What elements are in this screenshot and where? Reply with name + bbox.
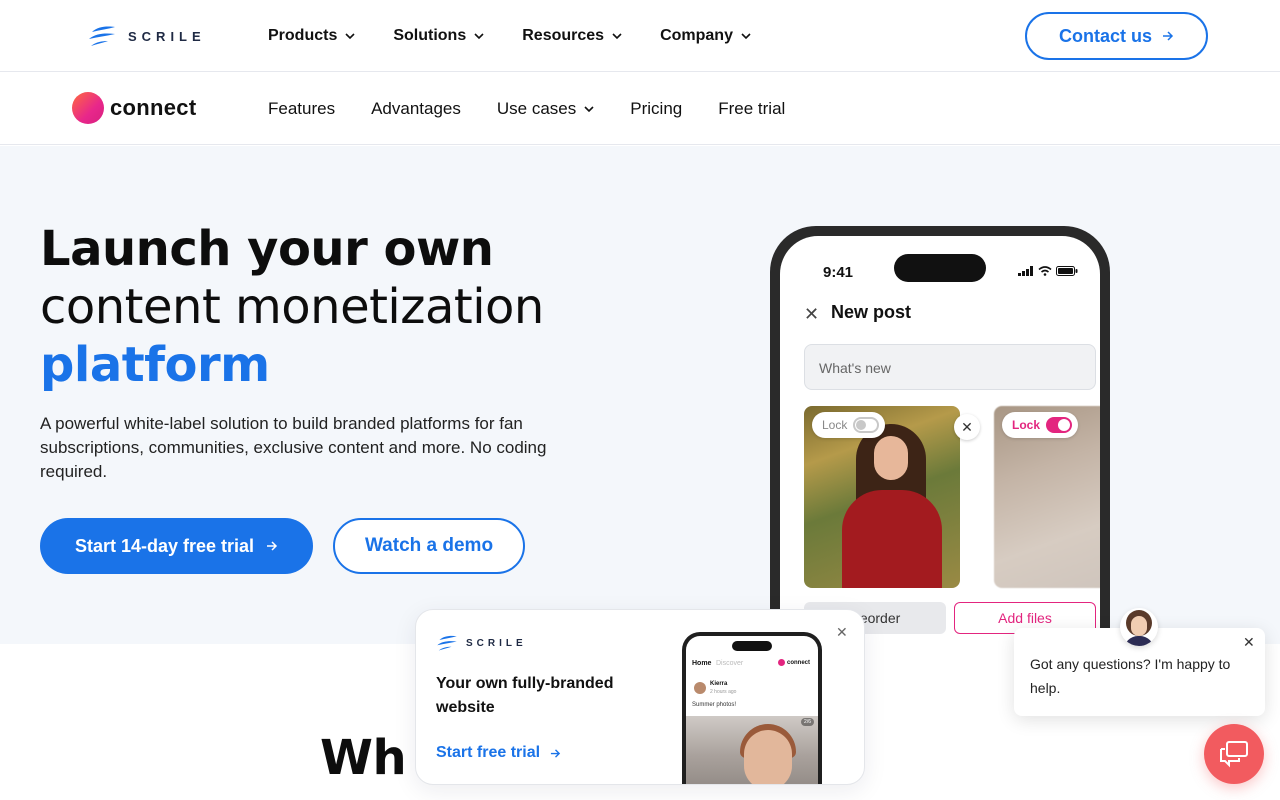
dynamic-island bbox=[894, 254, 986, 282]
submenu-pricing[interactable]: Pricing bbox=[630, 97, 682, 121]
menu-label: Company bbox=[660, 27, 733, 44]
contact-label: Contact us bbox=[1058, 25, 1152, 46]
submenu-label: Use cases bbox=[496, 99, 577, 118]
hero-description: A powerful white-label solution to build… bbox=[40, 414, 547, 481]
brand-wordmark: SCRILE bbox=[128, 28, 206, 44]
photo-face bbox=[744, 730, 792, 784]
toggle-switch-on bbox=[1046, 417, 1073, 433]
menu-resources[interactable]: Resources bbox=[522, 24, 622, 48]
menu-label: Resources bbox=[522, 27, 605, 44]
toggle-switch-off bbox=[853, 417, 880, 433]
chevron-down-icon bbox=[584, 106, 594, 113]
submenu-label: Advantages bbox=[371, 99, 461, 118]
wifi-icon bbox=[1038, 266, 1052, 276]
lock-label: Lock bbox=[1012, 418, 1041, 432]
popup-link-label: Start free trial bbox=[436, 744, 541, 761]
menu-company[interactable]: Company bbox=[660, 24, 751, 48]
submenu-use-cases[interactable]: Use cases bbox=[497, 97, 594, 121]
remove-photo-icon[interactable]: ✕ bbox=[954, 414, 980, 440]
phone-screen: 9:41 ✕ New post What's new Lock ✕ Lock R… bbox=[780, 236, 1100, 646]
hero-title: Launch your own content monetization pla… bbox=[40, 220, 544, 394]
new-post-title: New post bbox=[831, 302, 912, 322]
mini-post-text: Summer photos! bbox=[692, 702, 737, 708]
chevron-down-icon bbox=[345, 33, 355, 40]
mini-time: 2 hours ago bbox=[710, 689, 737, 695]
dynamic-island bbox=[732, 641, 772, 651]
chat-icon bbox=[1220, 741, 1248, 768]
lock-label: Lock bbox=[822, 418, 848, 432]
chevron-down-icon bbox=[741, 33, 751, 40]
submenu-label: Free trial bbox=[718, 99, 786, 118]
menu-products[interactable]: Products bbox=[268, 24, 355, 48]
avatar-face bbox=[1131, 616, 1147, 636]
scrile-logo-mark-icon bbox=[437, 635, 457, 651]
mini-author: Kierra bbox=[710, 681, 728, 687]
start-trial-label: Start 14-day free trial bbox=[74, 535, 255, 556]
hero-title-line1: Launch your own bbox=[40, 221, 494, 277]
chevron-down-icon bbox=[474, 33, 484, 40]
battery-icon bbox=[1056, 266, 1078, 276]
mini-brand-label: connect bbox=[787, 659, 811, 666]
scrile-logo[interactable]: SCRILE bbox=[88, 24, 206, 48]
start-trial-button[interactable]: Start 14-day free trial bbox=[40, 518, 313, 574]
arrow-right-icon bbox=[550, 748, 561, 758]
photo-dress bbox=[842, 490, 942, 588]
chat-close-icon[interactable]: ✕ bbox=[1243, 634, 1255, 651]
open-chat-button[interactable] bbox=[1204, 724, 1264, 784]
watch-demo-label: Watch a demo bbox=[364, 535, 494, 556]
mini-post-photo bbox=[686, 716, 818, 784]
mini-tab-discover: Discover bbox=[716, 660, 744, 667]
phone-mockup: 9:41 ✕ New post What's new Lock ✕ Lock R… bbox=[770, 226, 1110, 646]
contact-us-button[interactable]: Contact us bbox=[1025, 12, 1208, 60]
connect-logo-dot-icon bbox=[72, 92, 104, 124]
popup-close-icon[interactable]: ✕ bbox=[836, 624, 848, 641]
status-icons bbox=[1018, 266, 1078, 276]
photo-face bbox=[874, 436, 908, 480]
close-post-icon[interactable]: ✕ bbox=[804, 304, 819, 325]
mini-photo-counter: 2/6 bbox=[801, 718, 814, 726]
menu-solutions[interactable]: Solutions bbox=[393, 24, 484, 48]
avatar-shoulders bbox=[1124, 636, 1154, 646]
connect-logo[interactable]: connect bbox=[72, 92, 196, 124]
hero-section: Launch your own content monetization pla… bbox=[0, 146, 1280, 646]
product-navigation: connect Features Advantages Use cases Pr… bbox=[0, 73, 1280, 145]
product-menu: Features Advantages Use cases Pricing Fr… bbox=[268, 97, 821, 121]
signal-icon bbox=[1018, 266, 1033, 276]
lock-toggle-2[interactable]: Lock bbox=[1002, 412, 1079, 438]
chat-agent-avatar bbox=[1120, 608, 1158, 646]
submenu-advantages[interactable]: Advantages bbox=[371, 97, 461, 121]
arrow-right-icon bbox=[267, 541, 278, 551]
popup-logo: SCRILE bbox=[436, 634, 527, 652]
popup-phone-mockup: Home Discover connect Kierra 2 hours ago… bbox=[682, 632, 822, 784]
connect-logo-dot-icon bbox=[778, 659, 785, 666]
mini-tab-home: Home bbox=[692, 660, 712, 667]
main-menu: Products Solutions Resources Company bbox=[268, 24, 789, 48]
submenu-label: Features bbox=[268, 99, 336, 118]
avatar bbox=[694, 682, 706, 694]
submenu-free-trial[interactable]: Free trial bbox=[718, 97, 785, 121]
mini-brand: connect bbox=[778, 659, 810, 666]
submenu-features[interactable]: Features bbox=[268, 97, 335, 121]
hero-title-line3: platform bbox=[40, 337, 270, 393]
menu-label: Products bbox=[268, 27, 338, 44]
watch-demo-button[interactable]: Watch a demo bbox=[333, 518, 525, 574]
chat-message: Got any questions? I'm happy to help. bbox=[1030, 656, 1231, 696]
menu-label: Solutions bbox=[393, 27, 467, 44]
popup-wordmark: SCRILE bbox=[466, 637, 527, 649]
arrow-right-icon bbox=[1163, 31, 1174, 41]
submenu-label: Pricing bbox=[630, 99, 683, 118]
scrile-logo-mark-icon bbox=[89, 26, 115, 46]
post-text-input[interactable]: What's new bbox=[804, 344, 1096, 390]
connect-wordmark: connect bbox=[110, 95, 197, 120]
popup-phone-screen: Home Discover connect Kierra 2 hours ago… bbox=[686, 636, 818, 784]
top-navigation: SCRILE Products Solutions Resources Comp… bbox=[0, 0, 1280, 72]
popup-title: Your own fully-branded website bbox=[436, 675, 614, 716]
hero-title-line2: content monetization bbox=[40, 279, 544, 335]
chevron-down-icon bbox=[612, 33, 622, 40]
promo-popup: SCRILE Your own fully-branded website St… bbox=[415, 609, 865, 785]
status-time: 9:41 bbox=[823, 264, 854, 281]
lock-toggle-1[interactable]: Lock bbox=[812, 412, 886, 438]
popup-start-trial-link[interactable]: Start free trial bbox=[436, 744, 561, 762]
